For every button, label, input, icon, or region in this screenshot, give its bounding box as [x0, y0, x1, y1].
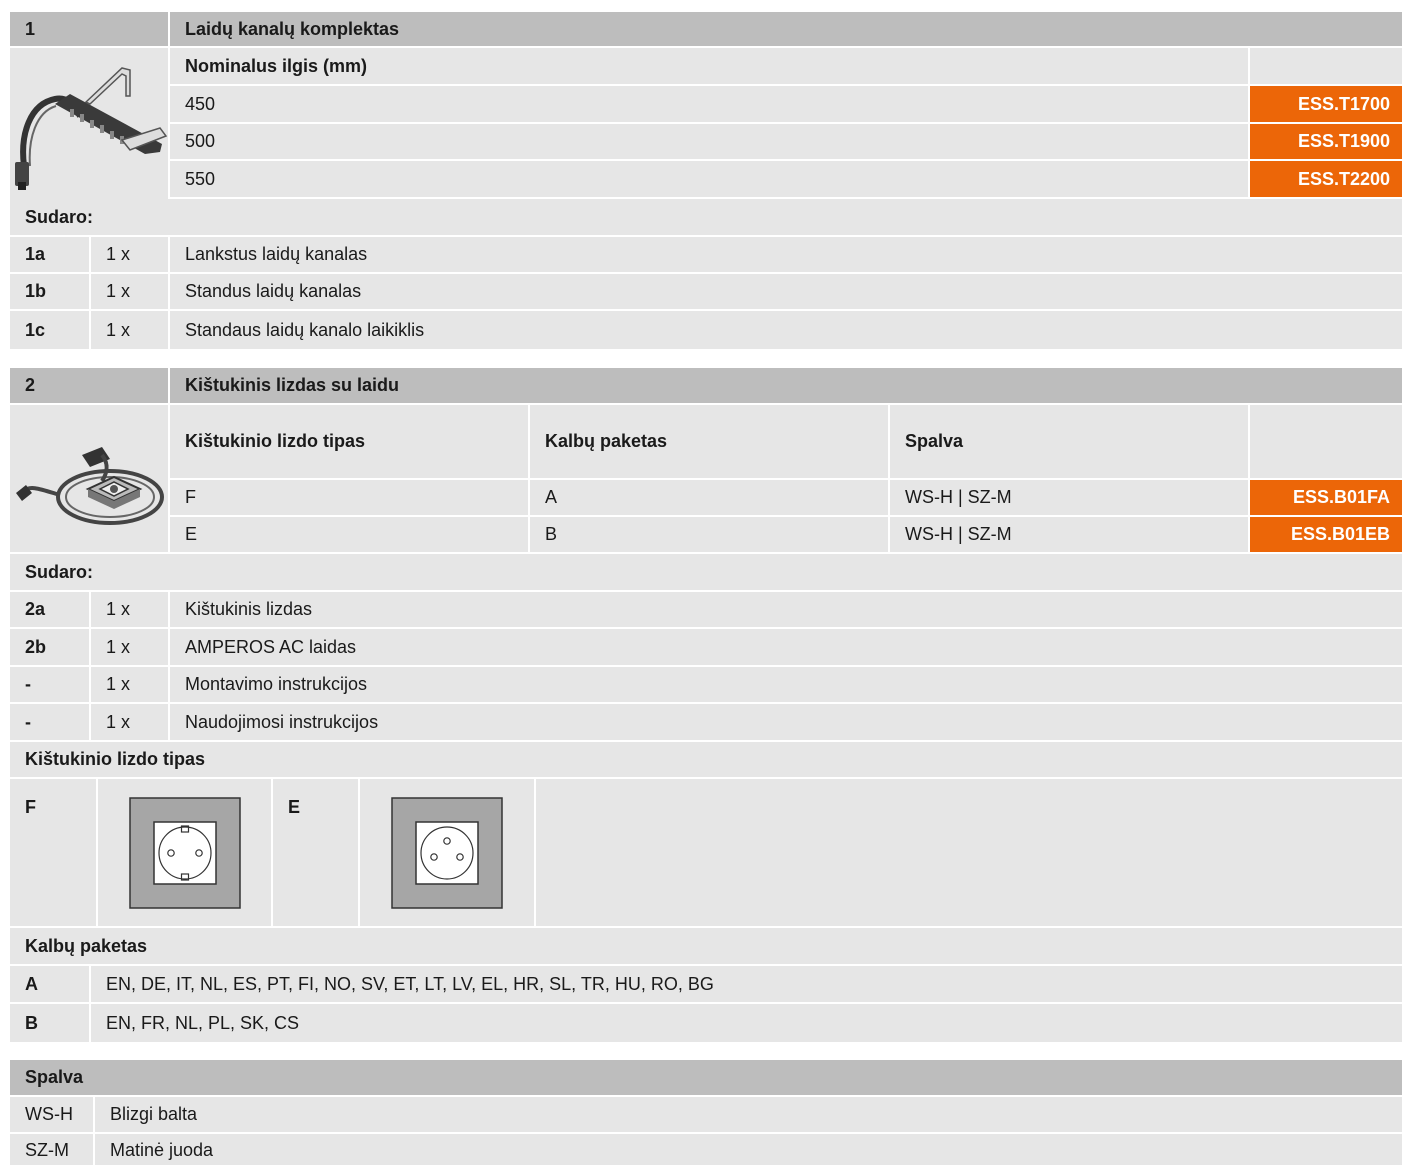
- section-2-table: 2 Kištukinis lizdas su laidu Kištukinio …: [10, 368, 1402, 1042]
- article-code: ESS.T2200: [1248, 161, 1402, 199]
- language-package-label: Kalbų paketas: [10, 928, 1402, 966]
- section-1-table: 1 Laidų kanalų komplektas Nominalus ilgi…: [10, 12, 1402, 349]
- color-value: WS-H | SZ-M: [888, 517, 1248, 554]
- section-title: Kištukinis lizdas su laidu: [168, 368, 1402, 405]
- content-desc: Lankstus laidų kanalas: [168, 237, 1402, 274]
- schuko-socket-icon: [128, 796, 241, 909]
- section-number: 2: [10, 368, 168, 405]
- content-qty: 1 x: [89, 274, 168, 311]
- content-id: 1a: [10, 237, 89, 274]
- article-code: ESS.T1900: [1248, 124, 1402, 161]
- contents-label: Sudaro:: [10, 199, 1402, 237]
- language-package-id: A: [10, 966, 89, 1004]
- code-column-header: [1248, 405, 1402, 480]
- content-qty: 1 x: [89, 311, 168, 349]
- content-qty: 1 x: [89, 237, 168, 274]
- length-column-header: Nominalus ilgis (mm): [168, 48, 1248, 86]
- content-qty: 1 x: [89, 592, 168, 629]
- french-socket-cell: [358, 779, 534, 928]
- color-section-title: Spalva: [10, 1060, 1402, 1097]
- socket-types-label: Kištukinio lizdo tipas: [10, 742, 1402, 779]
- content-id: 2b: [10, 629, 89, 667]
- language-list: EN, DE, IT, NL, ES, PT, FI, NO, SV, ET, …: [89, 966, 1402, 1004]
- socket-type-value: E: [168, 517, 528, 554]
- french-socket-icon: [391, 796, 503, 909]
- content-qty: 1 x: [89, 667, 168, 704]
- content-qty: 1 x: [89, 704, 168, 742]
- content-desc: Montavimo instrukcijos: [168, 667, 1402, 704]
- content-id: -: [10, 667, 89, 704]
- socket-type-value: F: [168, 480, 528, 517]
- article-code: ESS.T1700: [1248, 86, 1402, 124]
- socket-type-label: E: [271, 779, 358, 928]
- contents-label: Sudaro:: [10, 554, 1402, 592]
- language-package-value: B: [528, 517, 888, 554]
- content-desc: Standaus laidų kanalo laikiklis: [168, 311, 1402, 349]
- content-desc: Naudojimosi instrukcijos: [168, 704, 1402, 742]
- color-table: Spalva WS-H Blizgi balta SZ-M Matinė juo…: [10, 1060, 1402, 1165]
- language-package-value: A: [528, 480, 888, 517]
- color-name: Blizgi balta: [93, 1097, 1402, 1134]
- content-id: 1c: [10, 311, 89, 349]
- length-value: 550: [168, 161, 1248, 199]
- article-code: ESS.B01EB: [1248, 517, 1402, 554]
- content-desc: Kištukinis lizdas: [168, 592, 1402, 629]
- color-code: SZ-M: [10, 1134, 93, 1165]
- socket-type-header: Kištukinio lizdo tipas: [168, 405, 528, 480]
- content-qty: 1 x: [89, 629, 168, 667]
- content-desc: AMPEROS AC laidas: [168, 629, 1402, 667]
- color-header: Spalva: [888, 405, 1248, 480]
- color-value: WS-H | SZ-M: [888, 480, 1248, 517]
- article-code: ESS.B01FA: [1248, 480, 1402, 517]
- language-package-header: Kalbų paketas: [528, 405, 888, 480]
- language-package-id: B: [10, 1004, 89, 1042]
- color-code: WS-H: [10, 1097, 93, 1134]
- schuko-socket-cell: [96, 779, 271, 928]
- socket-type-label: F: [10, 779, 96, 928]
- language-list: EN, FR, NL, PL, SK, CS: [89, 1004, 1402, 1042]
- section-title: Laidų kanalų komplektas: [168, 12, 1402, 48]
- content-id: -: [10, 704, 89, 742]
- code-column-header: [1248, 48, 1402, 86]
- content-desc: Standus laidų kanalas: [168, 274, 1402, 311]
- length-value: 500: [168, 124, 1248, 161]
- section-number: 1: [10, 12, 168, 48]
- content-id: 2a: [10, 592, 89, 629]
- content-id: 1b: [10, 274, 89, 311]
- color-name: Matinė juoda: [93, 1134, 1402, 1165]
- length-value: 450: [168, 86, 1248, 124]
- empty-cell: [534, 779, 1402, 928]
